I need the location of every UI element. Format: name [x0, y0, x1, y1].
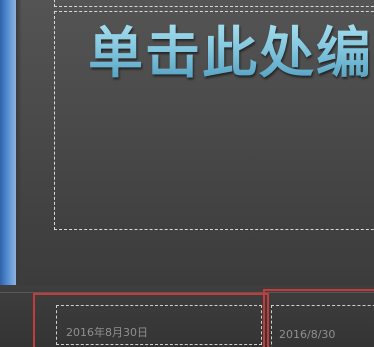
top-text-placeholder[interactable] — [54, 0, 374, 7]
highlight-box-right — [263, 289, 374, 347]
highlight-box-left — [33, 293, 269, 347]
title-placeholder-text[interactable]: 单击此处编 — [53, 8, 373, 88]
slide-canvas: 单击此处编 2016年8月30日 2016/8/30 — [0, 0, 374, 347]
